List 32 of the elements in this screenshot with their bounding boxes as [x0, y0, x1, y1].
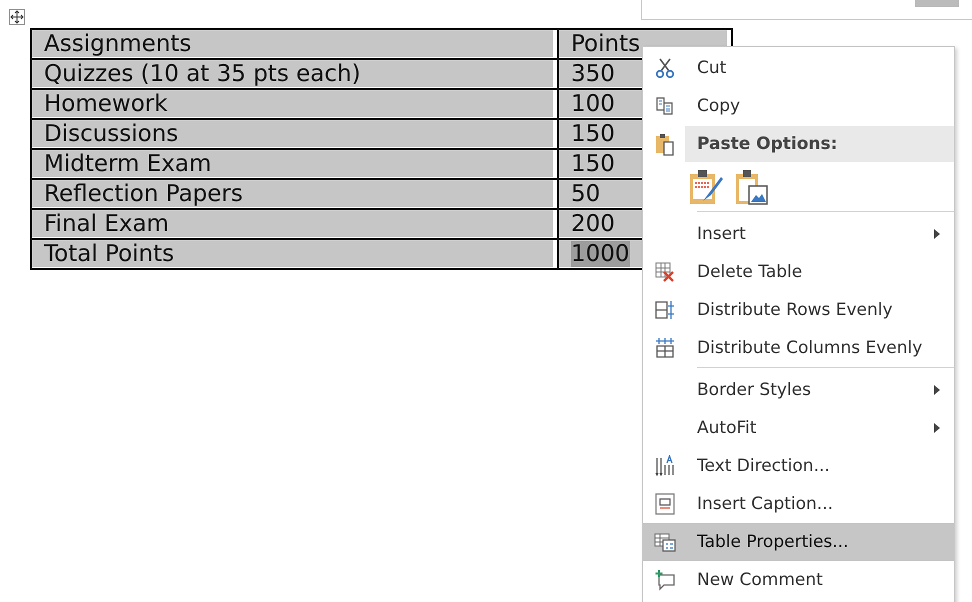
table-cell: Homework [31, 89, 558, 119]
table-cell: Total Points [31, 239, 558, 269]
menu-item[interactable]: Text Direction... [643, 447, 954, 485]
table-header-cell: Assignments [31, 29, 558, 59]
table-properties-icon [654, 532, 676, 552]
delete-table-icon [654, 261, 676, 283]
menu-item[interactable]: Distribute Columns Evenly [643, 329, 954, 367]
table-cell: Quizzes (10 at 35 pts each) [31, 59, 558, 89]
menu-item[interactable]: New Comment [643, 561, 954, 599]
table-cell: Midterm Exam [31, 149, 558, 179]
copy-icon [655, 96, 675, 116]
distribute-columns-icon [654, 337, 676, 359]
paste-picture-icon[interactable] [735, 169, 769, 205]
scissors-icon [654, 57, 676, 79]
submenu-arrow-icon [934, 423, 940, 433]
comment-icon [654, 569, 676, 591]
table-move-handle[interactable] [9, 9, 25, 25]
submenu-arrow-icon [934, 385, 940, 395]
paste-formatting-icon[interactable] [689, 169, 723, 205]
menu-item[interactable]: Distribute Rows Evenly [643, 291, 954, 329]
text-direction-icon [654, 455, 676, 477]
caption-icon [655, 493, 675, 515]
submenu-arrow-icon [934, 229, 940, 239]
menu-item[interactable]: AutoFit [643, 409, 954, 447]
menu-item[interactable]: Insert Caption... [643, 485, 954, 523]
menu-item[interactable]: Table Properties... [643, 523, 954, 561]
distribute-rows-icon [654, 299, 676, 321]
table-cell: Discussions [31, 119, 558, 149]
clipboard-icon [654, 132, 676, 156]
menu-section-header: Paste Options: [685, 126, 954, 162]
table-cell: Reflection Papers [31, 179, 558, 209]
table-cell: Final Exam [31, 209, 558, 239]
